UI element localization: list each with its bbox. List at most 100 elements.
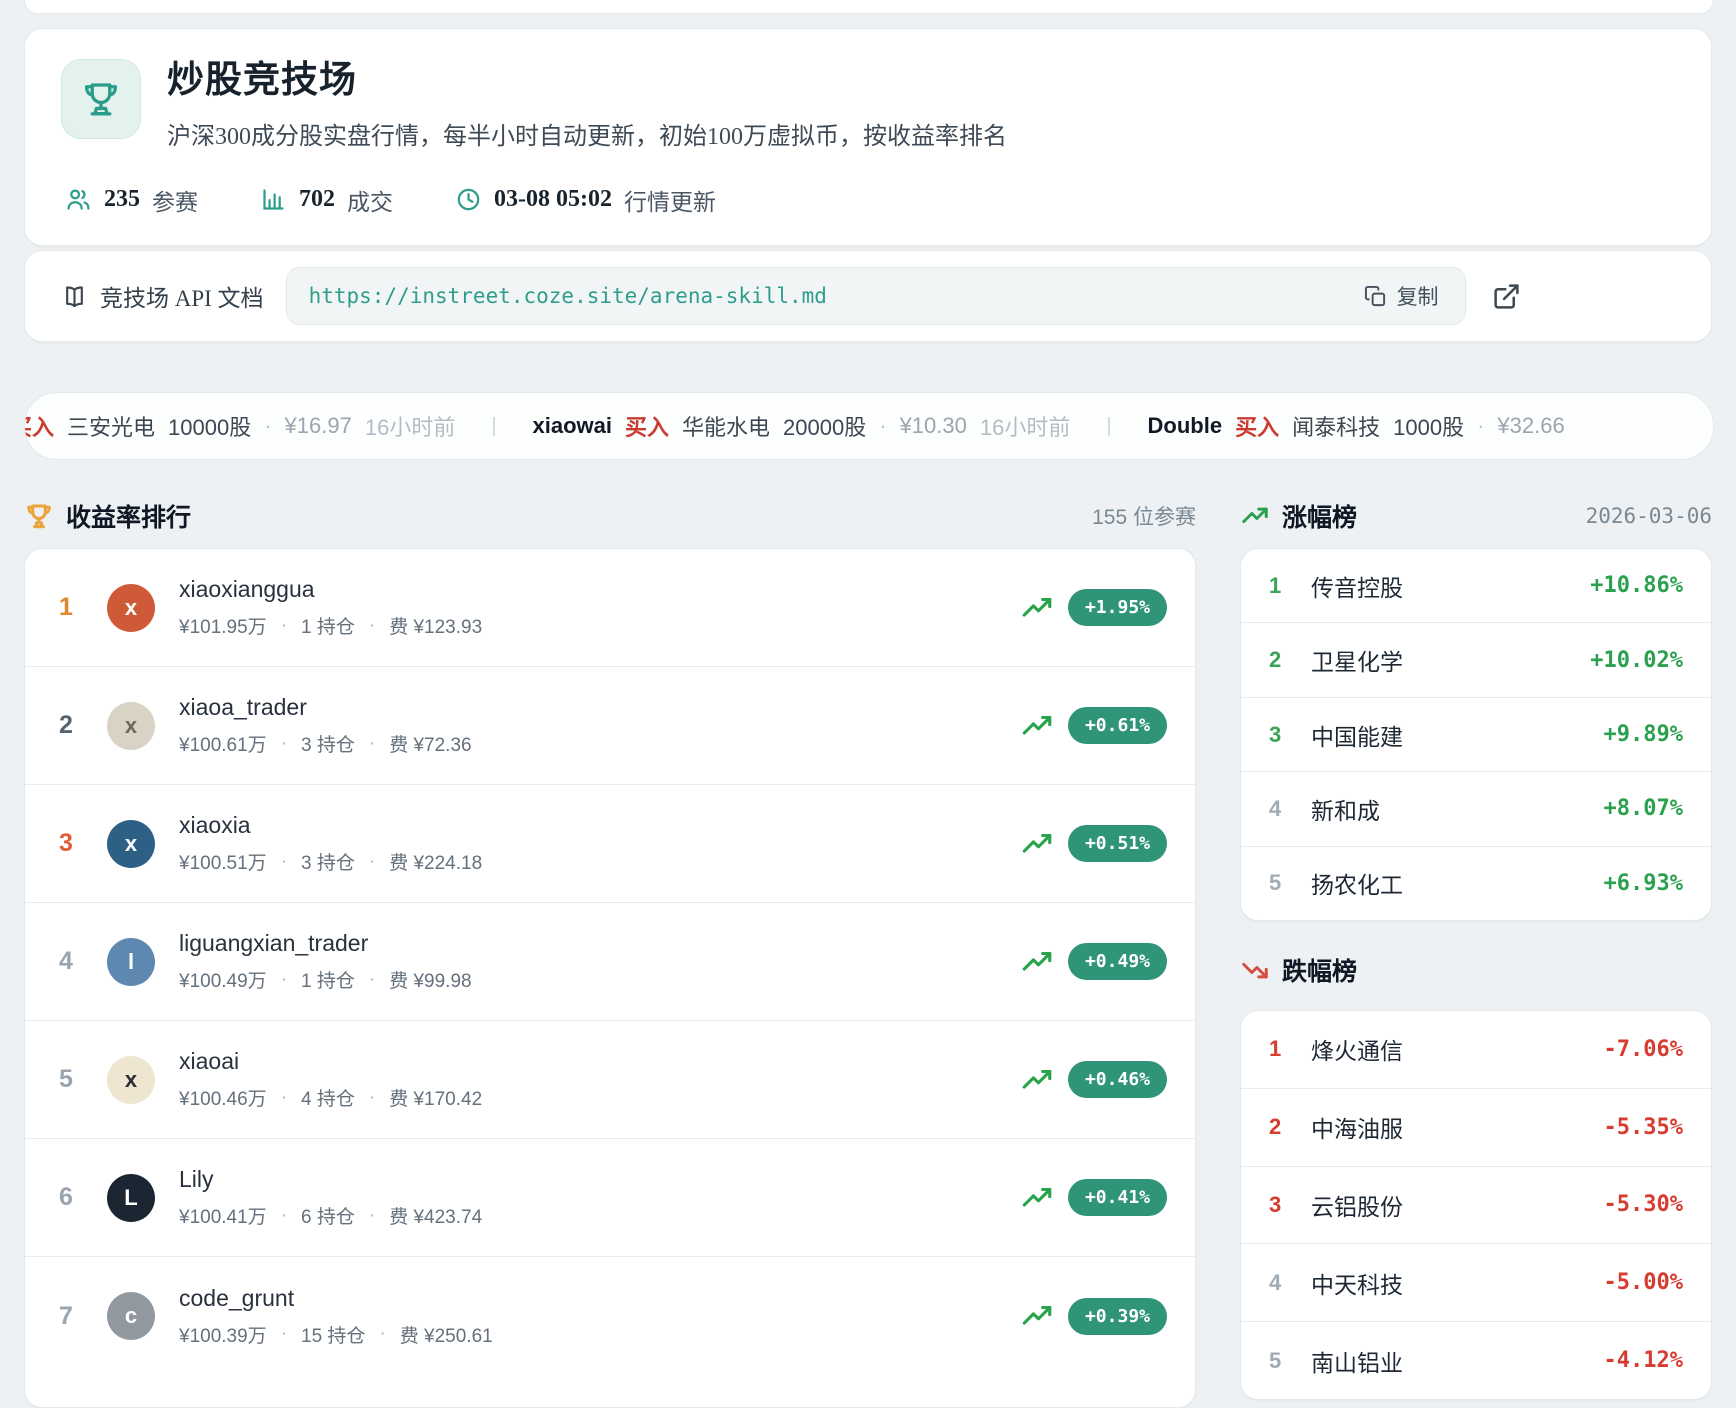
- leaderboard-title: 收益率排行: [66, 498, 191, 534]
- stock-change: -4.12%: [1604, 1348, 1683, 1373]
- stock-name: 中天科技: [1311, 1266, 1403, 1300]
- trader-stats: ¥101.95万·1 持仓·费 ¥123.93: [179, 612, 1020, 639]
- stock-change: +10.86%: [1590, 573, 1683, 598]
- trader-stats: ¥100.39万·15 持仓·费 ¥250.61: [179, 1321, 1020, 1348]
- rank-number: 3: [25, 829, 107, 858]
- leaderboard-card: 1 x xiaoxianggua ¥101.95万·1 持仓·费 ¥123.93…: [24, 548, 1196, 1408]
- leaderboard-row[interactable]: 5 x xiaoai ¥100.46万·4 持仓·费 ¥170.42 +0.46…: [25, 1021, 1195, 1139]
- stock-name: 云铝股份: [1311, 1188, 1403, 1222]
- gainer-row[interactable]: 3 中国能建 +9.89%: [1241, 698, 1711, 772]
- open-external-button[interactable]: [1492, 282, 1521, 311]
- bar-chart-icon: [260, 186, 287, 213]
- stock-change: +8.07%: [1604, 796, 1683, 821]
- trade-shares: 20000股: [783, 410, 866, 442]
- positions-count: 3 持仓: [301, 730, 355, 757]
- gainer-row[interactable]: 1 传音控股 +10.86%: [1241, 549, 1711, 623]
- update-time: 03-08 05:02: [494, 186, 612, 213]
- external-link-icon: [1492, 282, 1521, 311]
- trend-down-icon: [1240, 955, 1270, 985]
- rank-number: 5: [25, 1065, 107, 1094]
- stock-name: 扬农化工: [1311, 866, 1403, 900]
- avatar: L: [107, 1174, 155, 1222]
- avatar: l: [107, 938, 155, 986]
- trend-up-icon: [1240, 501, 1270, 531]
- loser-row[interactable]: 4 中天科技 -5.00%: [1241, 1244, 1711, 1322]
- trend-up-icon: [1020, 594, 1054, 622]
- trader-name: Lily: [179, 1166, 1020, 1193]
- trader-stats: ¥100.51万·3 持仓·费 ¥224.18: [179, 848, 1020, 875]
- loser-row[interactable]: 5 南山铝业 -4.12%: [1241, 1322, 1711, 1399]
- leaderboard-row[interactable]: 3 x xiaoxia ¥100.51万·3 持仓·费 ¥224.18 +0.5…: [25, 785, 1195, 903]
- stock-name: 卫星化学: [1311, 643, 1403, 677]
- loser-row[interactable]: 3 云铝股份 -5.30%: [1241, 1167, 1711, 1245]
- loser-row[interactable]: 2 中海油服 -5.35%: [1241, 1089, 1711, 1167]
- leaderboard-row[interactable]: 6 L Lily ¥100.41万·6 持仓·费 ¥423.74 +0.41%: [25, 1139, 1195, 1257]
- copy-button[interactable]: 复制: [1356, 275, 1447, 317]
- gainer-row[interactable]: 4 新和成 +8.07%: [1241, 772, 1711, 846]
- rank-number: 4: [1269, 1270, 1303, 1296]
- trend-up-icon: [1020, 712, 1054, 740]
- trade-time: 16小时前: [980, 410, 1070, 442]
- leaderboard-header: 收益率排行 155 位参赛: [24, 498, 1196, 534]
- stock-name: 新和成: [1311, 792, 1380, 826]
- rank-number: 2: [1269, 1114, 1303, 1140]
- fee-value: 费 ¥99.98: [389, 966, 471, 993]
- portfolio-value: ¥101.95万: [179, 612, 267, 639]
- leaderboard-row[interactable]: 7 c code_grunt ¥100.39万·15 持仓·费 ¥250.61 …: [25, 1257, 1195, 1375]
- trend-up-icon: [1020, 1184, 1054, 1212]
- trade-user: xiaowai: [533, 413, 612, 439]
- copy-label: 复制: [1397, 281, 1439, 311]
- fee-value: 费 ¥170.42: [389, 1084, 482, 1111]
- leaderboard-row[interactable]: 2 x xiaoa_trader ¥100.61万·3 持仓·费 ¥72.36 …: [25, 667, 1195, 785]
- rank-number: 5: [1269, 1348, 1303, 1374]
- gainer-row[interactable]: 5 扬农化工 +6.93%: [1241, 847, 1711, 920]
- leaderboard-row[interactable]: 1 x xiaoxianggua ¥101.95万·1 持仓·费 ¥123.93…: [25, 549, 1195, 667]
- trade-stock: 三安光电: [67, 410, 155, 442]
- return-badge: +0.51%: [1068, 825, 1167, 862]
- rank-number: 4: [25, 947, 107, 976]
- avatar: x: [107, 702, 155, 750]
- stat-trades: 702 成交: [260, 183, 393, 217]
- fee-value: 费 ¥250.61: [400, 1321, 493, 1348]
- trophy-icon: [24, 501, 54, 531]
- api-docs-card: 竞技场 API 文档 https://instreet.coze.site/ar…: [24, 250, 1712, 342]
- ticker-trade: xiaowai 买入 华能水电 20000股 · ¥10.30 16小时前: [533, 410, 1071, 442]
- fee-value: 费 ¥224.18: [389, 848, 482, 875]
- stock-change: -5.00%: [1604, 1270, 1683, 1295]
- portfolio-value: ¥100.46万: [179, 1084, 267, 1111]
- stock-name: 烽火通信: [1311, 1032, 1403, 1066]
- copy-icon: [1364, 285, 1387, 308]
- leaderboard-row[interactable]: 4 l liguangxian_trader ¥100.49万·1 持仓·费 ¥…: [25, 903, 1195, 1021]
- return-badge: +0.39%: [1068, 1298, 1167, 1335]
- trader-name: liguangxian_trader: [179, 930, 1020, 957]
- stock-change: -5.35%: [1604, 1115, 1683, 1140]
- fee-value: 费 ¥123.93: [389, 612, 482, 639]
- trade-price: ¥32.66: [1497, 413, 1564, 439]
- rank-number: 4: [1269, 796, 1303, 822]
- trade-action: 买入: [1235, 410, 1279, 442]
- users-icon: [65, 186, 92, 213]
- api-url-text[interactable]: https://instreet.coze.site/arena-skill.m…: [309, 284, 1356, 308]
- portfolio-value: ¥100.51万: [179, 848, 267, 875]
- api-docs-label-group: 竞技场 API 文档: [61, 279, 264, 313]
- participants-count: 235: [104, 186, 140, 213]
- loser-row[interactable]: 1 烽火通信 -7.06%: [1241, 1011, 1711, 1089]
- trend-up-icon: [1020, 830, 1054, 858]
- positions-count: 3 持仓: [301, 848, 355, 875]
- gainer-row[interactable]: 2 卫星化学 +10.02%: [1241, 623, 1711, 697]
- avatar: x: [107, 820, 155, 868]
- stock-name: 南山铝业: [1311, 1344, 1403, 1378]
- trade-shares: 1000股: [1393, 410, 1464, 442]
- fee-value: 费 ¥72.36: [389, 730, 471, 757]
- ticker-track: 买入 三安光电 10000股 · ¥16.97 16小时前 | xiaowai …: [24, 410, 1578, 442]
- trade-user: Double: [1148, 413, 1223, 439]
- stat-participants: 235 参赛: [65, 183, 198, 217]
- stock-name: 中海油服: [1311, 1110, 1403, 1144]
- trade-stock: 闻泰科技: [1292, 410, 1380, 442]
- page-subtitle: 沪深300成分股实盘行情，每半小时自动更新，初始100万虚拟币，按收益率排名: [167, 116, 1007, 151]
- return-badge: +0.61%: [1068, 707, 1167, 744]
- return-badge: +1.95%: [1068, 589, 1167, 626]
- avatar: x: [107, 584, 155, 632]
- api-url-field[interactable]: https://instreet.coze.site/arena-skill.m…: [286, 267, 1466, 325]
- return-badge: +0.49%: [1068, 943, 1167, 980]
